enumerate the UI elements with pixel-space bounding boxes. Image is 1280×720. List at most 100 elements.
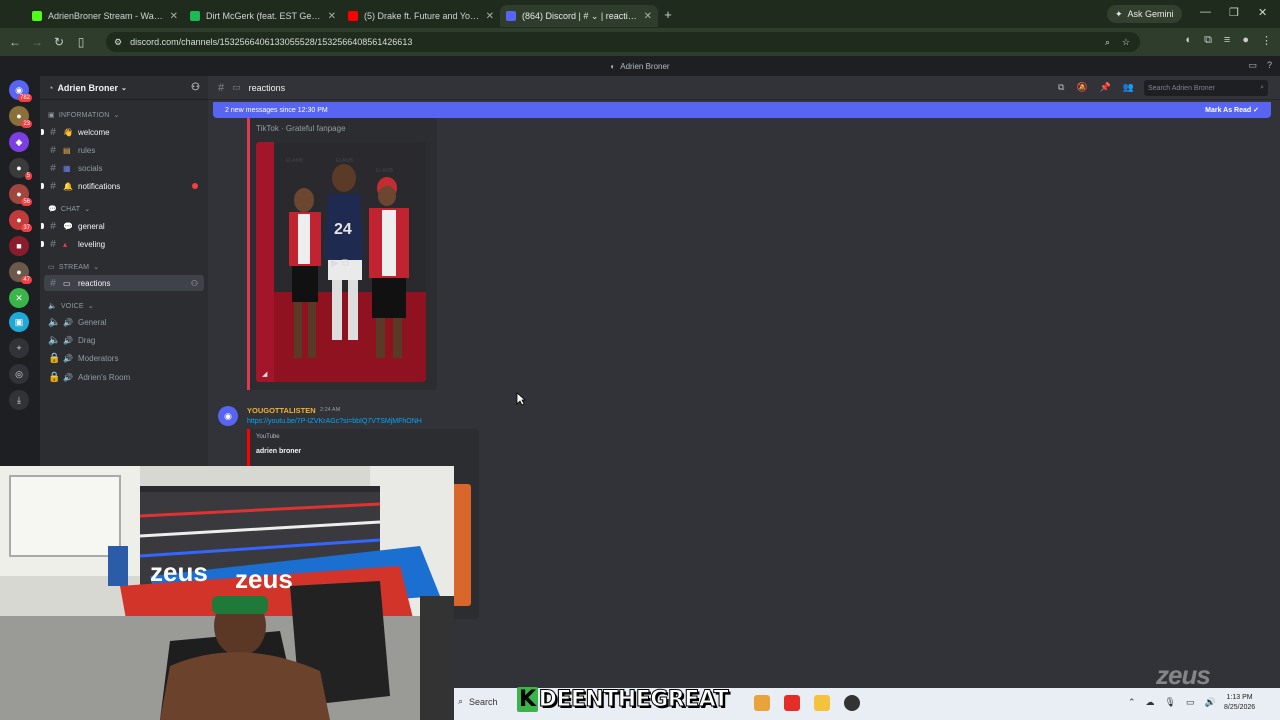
avatar[interactable]: ◉: [218, 406, 238, 426]
mic-icon[interactable]: 🎙: [1165, 697, 1176, 708]
voice-channel-drag[interactable]: 🔈 🔊 Drag: [44, 332, 204, 348]
voice-channel-adriens-room[interactable]: 🔒 🔊 Adrien's Room: [44, 369, 204, 385]
discord-window-title: Adrien Broner: [620, 61, 670, 71]
category-stream[interactable]: ▭ STREAM ⌄: [48, 263, 99, 272]
server-8[interactable]: ✕: [9, 288, 29, 308]
extension-icon[interactable]: ◐: [1185, 34, 1192, 47]
mark-as-read-button[interactable]: Mark As Read ✓: [1205, 106, 1259, 114]
add-member-icon[interactable]: ⚇: [191, 279, 198, 288]
hash-icon: #: [50, 144, 56, 156]
minimize-icon[interactable]: —: [1200, 6, 1211, 18]
chevron-up-icon[interactable]: ⌃: [1128, 697, 1136, 708]
server-7[interactable]: ● 47: [9, 262, 32, 284]
close-tab-icon[interactable]: ✕: [486, 11, 494, 22]
media-controls-icon[interactable]: ≡: [1224, 34, 1230, 47]
search-input[interactable]: Search Adrien Broner ⌕: [1144, 80, 1268, 96]
channel-notifications[interactable]: # 🔔 notifications: [41, 178, 204, 194]
channel-socials[interactable]: # ▦ socials: [44, 160, 204, 176]
server-home[interactable]: ◉ 782: [9, 80, 32, 102]
server-4[interactable]: ● 56: [9, 184, 32, 206]
pinned-messages-icon[interactable]: 📌: [1100, 82, 1111, 93]
chrome-app-icon[interactable]: [754, 695, 770, 711]
browser-menu-icon[interactable]: ⋮: [1261, 34, 1272, 47]
category-information[interactable]: ▣ INFORMATION ⌄: [48, 111, 120, 120]
new-tab-button[interactable]: +: [658, 7, 678, 22]
browser-tab[interactable]: Dirt McGerk (feat. EST Gee & Lil ✕: [184, 5, 342, 27]
close-tab-icon[interactable]: ✕: [170, 11, 178, 22]
category-chat[interactable]: 💬 CHAT ⌄: [48, 205, 90, 214]
svg-text:zeus: zeus: [235, 564, 293, 594]
browser-tab[interactable]: (5) Drake ft. Future and Young ✕: [342, 5, 500, 27]
message-link[interactable]: https://youtu.be/7P-IZVKrAGc?si=bbIQ7VTS…: [247, 418, 422, 425]
message-author[interactable]: YOUGOTTALISTEN: [247, 406, 316, 415]
embed-title[interactable]: adrien broner: [256, 448, 301, 455]
server-5[interactable]: ● 37: [9, 210, 32, 232]
cloud-icon[interactable]: ☁: [1146, 697, 1155, 708]
voice-channel-moderators[interactable]: 🔒 🔊 Moderators: [44, 350, 204, 366]
unread-pill: [41, 183, 44, 189]
file-explorer-icon[interactable]: [814, 695, 830, 711]
category-voice[interactable]: 🔈 VOICE ⌄: [48, 302, 94, 311]
profile-avatar-icon[interactable]: ●: [1242, 34, 1249, 47]
restore-icon[interactable]: ❐: [1229, 6, 1239, 19]
server-3[interactable]: ● 5: [9, 158, 32, 180]
ask-gemini-button[interactable]: ✦ Ask Gemini: [1107, 5, 1182, 23]
channel-label: Adrien's Room: [78, 372, 131, 382]
back-icon[interactable]: ←: [4, 35, 26, 49]
inbox-icon[interactable]: ▭: [1248, 60, 1257, 71]
add-server-icon[interactable]: +: [9, 338, 29, 358]
bookmark-star-icon[interactable]: ☆: [1122, 37, 1130, 48]
obs-app-icon[interactable]: [844, 695, 860, 711]
channel-label: rules: [78, 145, 96, 155]
zoom-icon[interactable]: ⌕: [1105, 37, 1110, 48]
invite-icon[interactable]: ⚇: [191, 82, 200, 93]
channel-general[interactable]: # 💬 general: [41, 218, 204, 234]
channel-reactions[interactable]: # ▭ reactions ⚇: [44, 275, 204, 291]
notification-settings-icon[interactable]: 🔕: [1076, 82, 1087, 93]
new-messages-banner[interactable]: 2 new messages since 12:30 PM Mark As Re…: [213, 102, 1271, 118]
category-label: CHAT: [60, 205, 81, 213]
channel-rules[interactable]: # ▤ rules: [44, 142, 204, 158]
lock-icon: 🔒: [48, 352, 61, 364]
forward-icon[interactable]: →: [26, 35, 48, 49]
embed-provider[interactable]: TikTok · Grateful fanpage: [256, 124, 346, 133]
server-header[interactable]: ◔ Adrien Broner ⌄ ⚇: [40, 76, 208, 100]
close-window-icon[interactable]: ✕: [1258, 6, 1267, 19]
hash-icon: #: [50, 180, 56, 192]
taskbar-clock[interactable]: 1:13 PM 8/25/2026: [1224, 693, 1255, 713]
browser-tab[interactable]: AdrienBroner Stream - Watch Li ✕: [26, 5, 184, 27]
search-placeholder: Search Adrien Broner: [1148, 84, 1215, 92]
server-6[interactable]: ■: [9, 236, 29, 256]
server-mention-badge: 37: [21, 224, 32, 232]
browser-tab[interactable]: (864) Discord | # ⌄ | reactions ✕: [500, 5, 658, 27]
speaker-icon: 🔈: [48, 316, 61, 328]
close-tab-icon[interactable]: ✕: [328, 11, 336, 22]
chevron-down-icon: ⌄: [113, 112, 120, 119]
streamer-name-overlay: K DEENTHEGREAT: [513, 686, 732, 712]
youtube-app-icon[interactable]: [784, 695, 800, 711]
reload-icon[interactable]: ↻: [48, 35, 70, 49]
embed-video-thumbnail[interactable]: ELAMBELAMBELAMBELAMBELAMB 24: [256, 142, 426, 382]
channel-leveling[interactable]: # ▴ leveling: [41, 236, 204, 252]
clock-date: 8/25/2026: [1224, 704, 1256, 711]
new-messages-label: 2 new messages since 12:30 PM: [225, 106, 328, 114]
threads-icon[interactable]: ⧉: [1058, 82, 1064, 93]
server-1[interactable]: ● 23: [9, 106, 32, 128]
member-list-icon[interactable]: 👥: [1123, 82, 1134, 93]
network-icon[interactable]: ▭: [1186, 697, 1195, 708]
taskbar-search[interactable]: ⌕ Search: [458, 696, 498, 707]
sidebar-toggle-icon[interactable]: ▯: [70, 35, 92, 49]
explore-icon[interactable]: ◎: [9, 364, 29, 384]
volume-icon[interactable]: 🔊: [1205, 697, 1216, 708]
server-2[interactable]: ◆: [9, 132, 29, 152]
close-tab-icon[interactable]: ✕: [644, 11, 652, 22]
voice-channel-general[interactable]: 🔈 🔊 General: [44, 314, 204, 330]
download-icon[interactable]: ⤓: [9, 390, 29, 410]
server-9[interactable]: ▣: [9, 312, 29, 332]
site-info-icon[interactable]: ⚙: [114, 37, 122, 48]
url-input[interactable]: ⚙ discord.com/channels/15325664061330555…: [106, 32, 1140, 52]
extensions-puzzle-icon[interactable]: ⧉: [1204, 34, 1212, 47]
help-icon[interactable]: ?: [1267, 60, 1272, 71]
unread-pill: [41, 129, 44, 135]
channel-welcome[interactable]: # 👋 welcome: [41, 124, 204, 140]
